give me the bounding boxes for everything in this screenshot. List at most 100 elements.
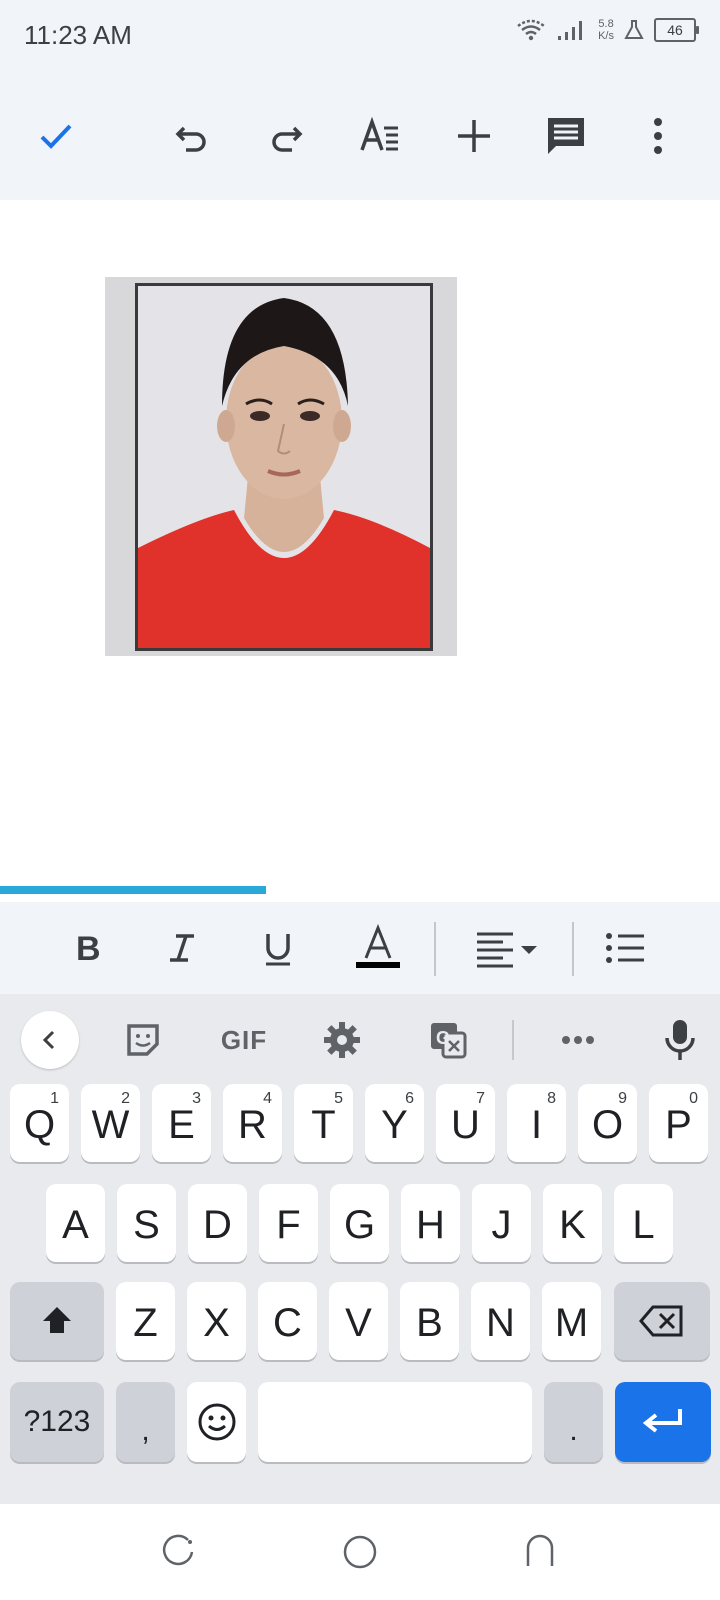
key-r[interactable]: R4 bbox=[223, 1084, 282, 1162]
back-nav-icon bbox=[526, 1534, 554, 1566]
backspace-key[interactable] bbox=[614, 1282, 710, 1360]
italic-button[interactable] bbox=[152, 918, 212, 978]
more-button[interactable] bbox=[548, 1010, 608, 1070]
passport-photo[interactable] bbox=[105, 277, 457, 656]
align-left-icon bbox=[477, 932, 537, 968]
keyboard: GIF G ?123 , . Q 1 W 2 E 3 R 4 T 5 Y 6 U… bbox=[0, 994, 720, 1504]
comma-key[interactable]: , bbox=[116, 1382, 175, 1462]
key-n[interactable]: N bbox=[471, 1282, 530, 1360]
translate-button[interactable]: G bbox=[418, 1010, 478, 1070]
key-label: B bbox=[416, 1300, 443, 1345]
key-q[interactable]: Q1 bbox=[10, 1084, 69, 1162]
key-hint: 9 bbox=[618, 1090, 627, 1107]
flask-icon bbox=[624, 20, 644, 39]
key-l[interactable]: L bbox=[614, 1184, 673, 1262]
key-label: G bbox=[343, 1202, 376, 1247]
enter-key[interactable] bbox=[615, 1382, 711, 1462]
key-u[interactable]: U7 bbox=[436, 1084, 495, 1162]
underline-button[interactable] bbox=[248, 918, 308, 978]
key-label: X bbox=[203, 1300, 230, 1345]
text-color-icon bbox=[356, 924, 400, 968]
key-f[interactable]: F bbox=[259, 1184, 318, 1262]
alignment-dropdown[interactable] bbox=[468, 918, 548, 978]
divider bbox=[434, 922, 436, 976]
network-speed: 5.8 K/s bbox=[598, 18, 614, 42]
bold-button[interactable]: B bbox=[58, 918, 118, 978]
symbols-key[interactable]: ?123 bbox=[10, 1382, 104, 1462]
key-label: F bbox=[276, 1202, 301, 1247]
settings-icon bbox=[324, 1022, 360, 1058]
key-label: R bbox=[238, 1102, 267, 1147]
keyboard-suggestion-strip: GIF G bbox=[0, 994, 720, 1084]
more-options-button[interactable] bbox=[628, 106, 688, 166]
key-o[interactable]: O9 bbox=[578, 1084, 637, 1162]
check-icon bbox=[40, 124, 72, 149]
shift-key[interactable] bbox=[10, 1282, 104, 1360]
key-hint: 1 bbox=[50, 1090, 59, 1107]
key-hint: 0 bbox=[689, 1090, 698, 1107]
voice-input-button[interactable] bbox=[650, 1010, 710, 1070]
bullet-list-icon bbox=[606, 933, 644, 963]
key-p[interactable]: P0 bbox=[649, 1084, 708, 1162]
key-hint: 6 bbox=[405, 1090, 414, 1107]
key-y[interactable]: Y6 bbox=[365, 1084, 424, 1162]
add-icon bbox=[458, 120, 490, 152]
key-i[interactable]: I8 bbox=[507, 1084, 566, 1162]
photo-frame bbox=[135, 283, 433, 651]
backspace-icon bbox=[639, 1305, 683, 1337]
done-button[interactable] bbox=[26, 106, 86, 166]
divider bbox=[572, 922, 574, 976]
key-label: J bbox=[491, 1202, 512, 1247]
recents-button[interactable] bbox=[156, 1528, 204, 1576]
underline-icon bbox=[266, 934, 290, 966]
comment-button[interactable] bbox=[536, 106, 596, 166]
key-a[interactable]: A bbox=[46, 1184, 105, 1262]
key-h[interactable]: H bbox=[401, 1184, 460, 1262]
key-c[interactable]: C bbox=[258, 1282, 317, 1360]
key-label: H bbox=[416, 1202, 445, 1247]
keyboard-settings-button[interactable] bbox=[312, 1010, 372, 1070]
enter-icon bbox=[642, 1409, 682, 1433]
mic-icon bbox=[665, 1020, 695, 1060]
document-canvas[interactable] bbox=[0, 200, 720, 886]
key-label: M bbox=[554, 1300, 589, 1345]
text-color-button[interactable] bbox=[348, 918, 408, 978]
key-b[interactable]: B bbox=[400, 1282, 459, 1360]
key-k[interactable]: K bbox=[543, 1184, 602, 1262]
period-key[interactable]: . bbox=[544, 1382, 603, 1462]
home-icon bbox=[343, 1535, 377, 1569]
key-t[interactable]: T5 bbox=[294, 1084, 353, 1162]
home-button[interactable] bbox=[336, 1528, 384, 1576]
insert-button[interactable] bbox=[444, 106, 504, 166]
emoji-key[interactable] bbox=[187, 1382, 246, 1462]
space-key[interactable] bbox=[258, 1382, 532, 1462]
key-j[interactable]: J bbox=[472, 1184, 531, 1262]
gif-button[interactable]: GIF bbox=[212, 1010, 276, 1070]
key-s[interactable]: S bbox=[117, 1184, 176, 1262]
undo-icon bbox=[175, 126, 206, 152]
sticker-button[interactable] bbox=[113, 1010, 173, 1070]
key-z[interactable]: Z bbox=[116, 1282, 175, 1360]
key-w[interactable]: W2 bbox=[81, 1084, 140, 1162]
speed-unit: K/s bbox=[598, 30, 614, 42]
text-format-button[interactable] bbox=[350, 106, 410, 166]
system-navigation-bar bbox=[0, 1504, 720, 1600]
undo-button[interactable] bbox=[162, 106, 222, 166]
translate-icon: G bbox=[431, 1023, 467, 1059]
key-d[interactable]: D bbox=[188, 1184, 247, 1262]
key-v[interactable]: V bbox=[329, 1282, 388, 1360]
key-m[interactable]: M bbox=[542, 1282, 601, 1360]
more-horiz-icon bbox=[562, 1036, 594, 1044]
collapse-button[interactable] bbox=[20, 1010, 80, 1070]
key-label: I bbox=[530, 1102, 543, 1147]
svg-text:G: G bbox=[436, 1028, 450, 1048]
more-vert-icon bbox=[654, 118, 662, 154]
wifi-icon bbox=[517, 19, 545, 41]
bullet-list-button[interactable] bbox=[596, 918, 656, 978]
key-g[interactable]: G bbox=[330, 1184, 389, 1262]
redo-button[interactable] bbox=[256, 106, 316, 166]
key-e[interactable]: E3 bbox=[152, 1084, 211, 1162]
key-x[interactable]: X bbox=[187, 1282, 246, 1360]
key-label: N bbox=[486, 1300, 515, 1345]
back-nav-button[interactable] bbox=[516, 1528, 564, 1576]
